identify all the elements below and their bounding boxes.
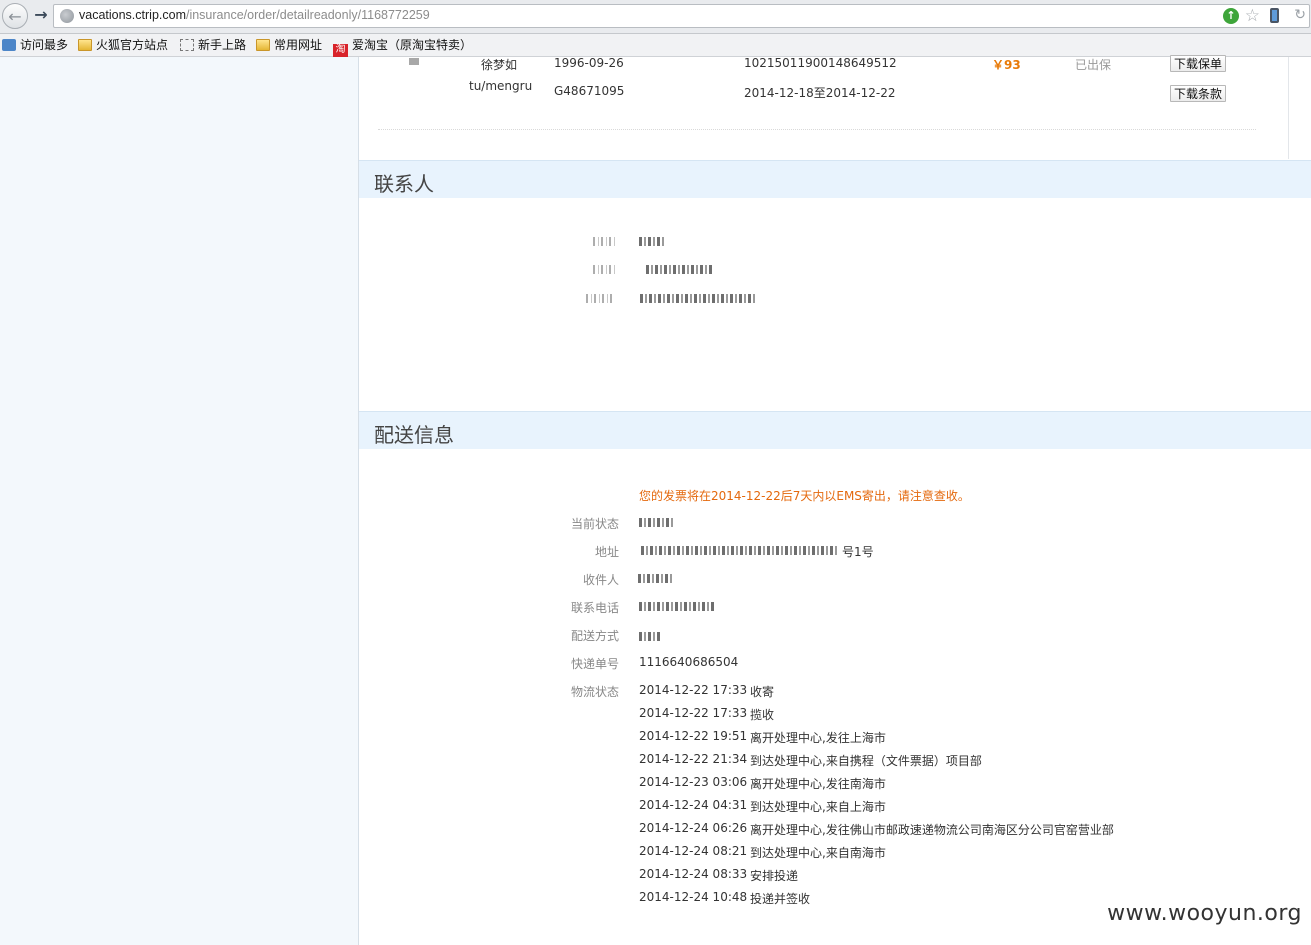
watermark: www.wooyun.org [1107,901,1302,926]
bookmark-label: 爱淘宝（原淘宝特卖） [352,38,473,52]
insured-name: 徐梦如 [481,58,518,72]
phone-icon[interactable] [1270,8,1279,23]
logistics-time: 2014-12-24 06:26 [639,821,748,835]
checkbox-fragment [409,58,419,65]
redacted-label [593,265,617,274]
address-suffix: 号1号 [842,545,874,559]
logistics-time: 2014-12-22 17:33 [639,683,748,697]
contact-section-header: 联系人 [359,160,1311,198]
policy-number: 10215011900148649512 [744,56,897,70]
address-label: 地址 [594,545,619,559]
logistics-desc: 到达处理中心,来自上海市 [750,800,886,814]
bookmark-most-visited[interactable]: 访问最多 [2,37,68,53]
insured-pinyin: tu/mengru [469,79,533,93]
policy-price: ￥93 [992,58,1021,72]
tracking-label: 快递单号 [570,657,619,671]
url-path: /insurance/order/detailreadonly/11687722… [185,8,430,22]
search-icon [2,39,16,51]
logistics-desc: 离开处理中心,发往上海市 [750,731,886,745]
bookmark-label: 火狐官方站点 [96,38,169,52]
bookmark-label: 访问最多 [20,38,69,52]
redacted-method [639,632,661,641]
row-divider [378,129,1256,130]
divider [1288,57,1289,159]
logistics-desc: 收寄 [750,685,775,699]
arrow-left-icon: ← [8,7,22,26]
folder-icon [78,39,92,51]
logistics-desc: 到达处理中心,来自南海市 [750,846,886,860]
logistics-time: 2014-12-22 21:34 [639,752,748,766]
forward-button[interactable]: → [31,5,51,25]
method-label: 配送方式 [570,629,619,643]
logistics-time: 2014-12-22 17:33 [639,706,748,720]
taobao-icon: 淘 [333,44,348,58]
redacted-label [593,237,617,246]
redacted-status [639,518,675,527]
logistics-time: 2014-12-22 19:51 [639,729,748,743]
phone-label: 联系电话 [570,601,619,615]
logistics-time: 2014-12-24 04:31 [639,798,748,812]
logistics-time: 2014-12-23 03:06 [639,775,748,789]
bookmark-icon [180,39,194,51]
bookmark-common-sites[interactable]: 常用网址 [256,37,322,53]
redacted-recipient [638,574,674,583]
redacted-contact-name [639,237,665,246]
recipient-label: 收件人 [582,573,619,587]
logistics-label: 物流状态 [570,685,619,699]
go-arrow-icon[interactable]: ↑ [1223,8,1239,24]
bookmark-getting-started[interactable]: 新手上路 [180,37,246,53]
download-policy-button[interactable]: 下载保单 [1170,55,1227,72]
delivery-section-title: 配送信息 [374,423,454,447]
logistics-desc: 到达处理中心,来自携程（文件票据）项目部 [750,754,982,768]
logistics-time: 2014-12-24 08:33 [639,867,748,881]
address-bar[interactable]: vacations.ctrip.com/insurance/order/deta… [53,4,1310,28]
tracking-number: 1116640686504 [639,655,739,669]
logistics-time: 2014-12-24 10:48 [639,890,748,904]
logistics-desc: 离开处理中心,发往南海市 [750,777,886,791]
logistics-desc: 投递并签收 [750,892,811,906]
redacted-phone [639,602,715,611]
redacted-contact-email [640,294,756,303]
logistics-desc: 离开处理中心,发往佛山市邮政速递物流公司南海区分公司官窑营业部 [750,823,1114,837]
bookmarks-bar: 访问最多 火狐官方站点 新手上路 常用网址 淘爱淘宝（原淘宝特卖） [0,34,1311,58]
redacted-contact-phone [646,265,714,274]
invoice-notice: 您的发票将在2014-12-22后7天内以EMS寄出，请注意查收。 [639,489,970,503]
bookmark-aitaobao[interactable]: 淘爱淘宝（原淘宝特卖） [333,37,473,58]
insured-passport: G48671095 [554,84,625,98]
browser-toolbar: ← → vacations.ctrip.com/insurance/order/… [0,0,1311,34]
folder-icon [256,39,270,51]
bookmark-label: 新手上路 [198,38,247,52]
status-label: 当前状态 [570,517,619,531]
logistics-desc: 安排投递 [750,869,799,883]
delivery-section-header: 配送信息 [359,411,1311,449]
bookmark-firefox[interactable]: 火狐官方站点 [78,37,168,53]
redacted-label [586,294,612,303]
policy-period: 2014-12-18至2014-12-22 [744,86,896,100]
back-button[interactable]: ← [2,3,28,29]
bookmark-label: 常用网址 [274,38,323,52]
arrow-right-icon: → [34,5,48,24]
url-text[interactable]: vacations.ctrip.com/insurance/order/deta… [79,8,430,22]
redacted-address [641,546,837,555]
left-sidebar [0,57,359,945]
globe-icon [60,9,74,23]
refresh-icon[interactable]: ↻ [1294,7,1306,23]
url-host: vacations.ctrip.com [79,8,186,22]
logistics-desc: 揽收 [750,708,775,722]
policy-status: 已出保 [1075,58,1112,72]
star-icon[interactable]: ☆ [1245,6,1260,26]
contact-section-title: 联系人 [374,172,434,196]
logistics-time: 2014-12-24 08:21 [639,844,748,858]
download-terms-button[interactable]: 下载条款 [1170,85,1227,102]
insured-birthdate: 1996-09-26 [554,56,624,70]
